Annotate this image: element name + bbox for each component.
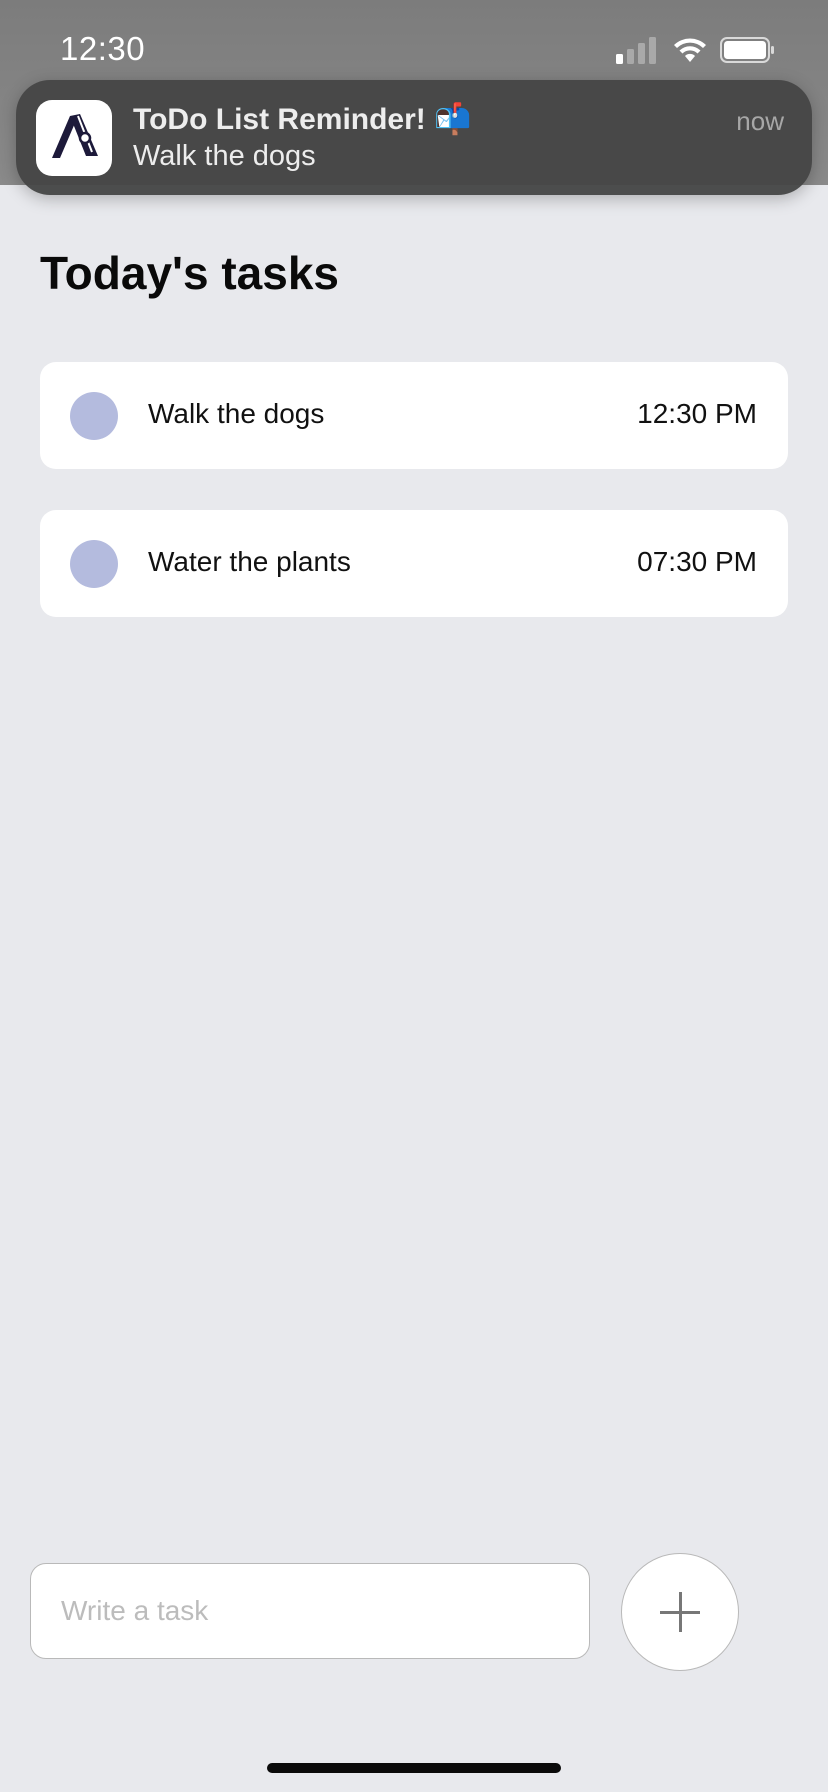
add-task-button[interactable] xyxy=(621,1553,739,1671)
app-logo-icon xyxy=(36,100,112,176)
task-complete-toggle[interactable] xyxy=(70,392,118,440)
status-time: 12:30 xyxy=(60,30,146,67)
cellular-signal-icon xyxy=(616,37,656,64)
task-list: Walk the dogs 12:30 PM Water the plants … xyxy=(40,362,788,658)
task-item[interactable]: Water the plants 07:30 PM xyxy=(40,510,788,617)
status-icons xyxy=(616,36,796,64)
reminder-notification[interactable]: ToDo List Reminder! 📬 Walk the dogs now xyxy=(16,80,812,195)
task-item[interactable]: Walk the dogs 12:30 PM xyxy=(40,362,788,469)
wifi-icon xyxy=(674,38,706,62)
plus-icon xyxy=(660,1592,700,1632)
task-time: 12:30 PM xyxy=(637,398,757,429)
notification-body: Walk the dogs xyxy=(133,140,316,172)
task-input[interactable] xyxy=(30,1563,590,1659)
home-indicator xyxy=(267,1763,561,1773)
notification-title: ToDo List Reminder! 📬 xyxy=(133,103,472,136)
task-complete-toggle[interactable] xyxy=(70,540,118,588)
task-title: Walk the dogs xyxy=(148,398,325,429)
task-time: 07:30 PM xyxy=(637,546,757,577)
notification-time: now xyxy=(736,106,784,136)
task-title: Water the plants xyxy=(148,546,351,577)
page-title: Today's tasks xyxy=(40,247,339,299)
battery-icon xyxy=(720,37,774,63)
